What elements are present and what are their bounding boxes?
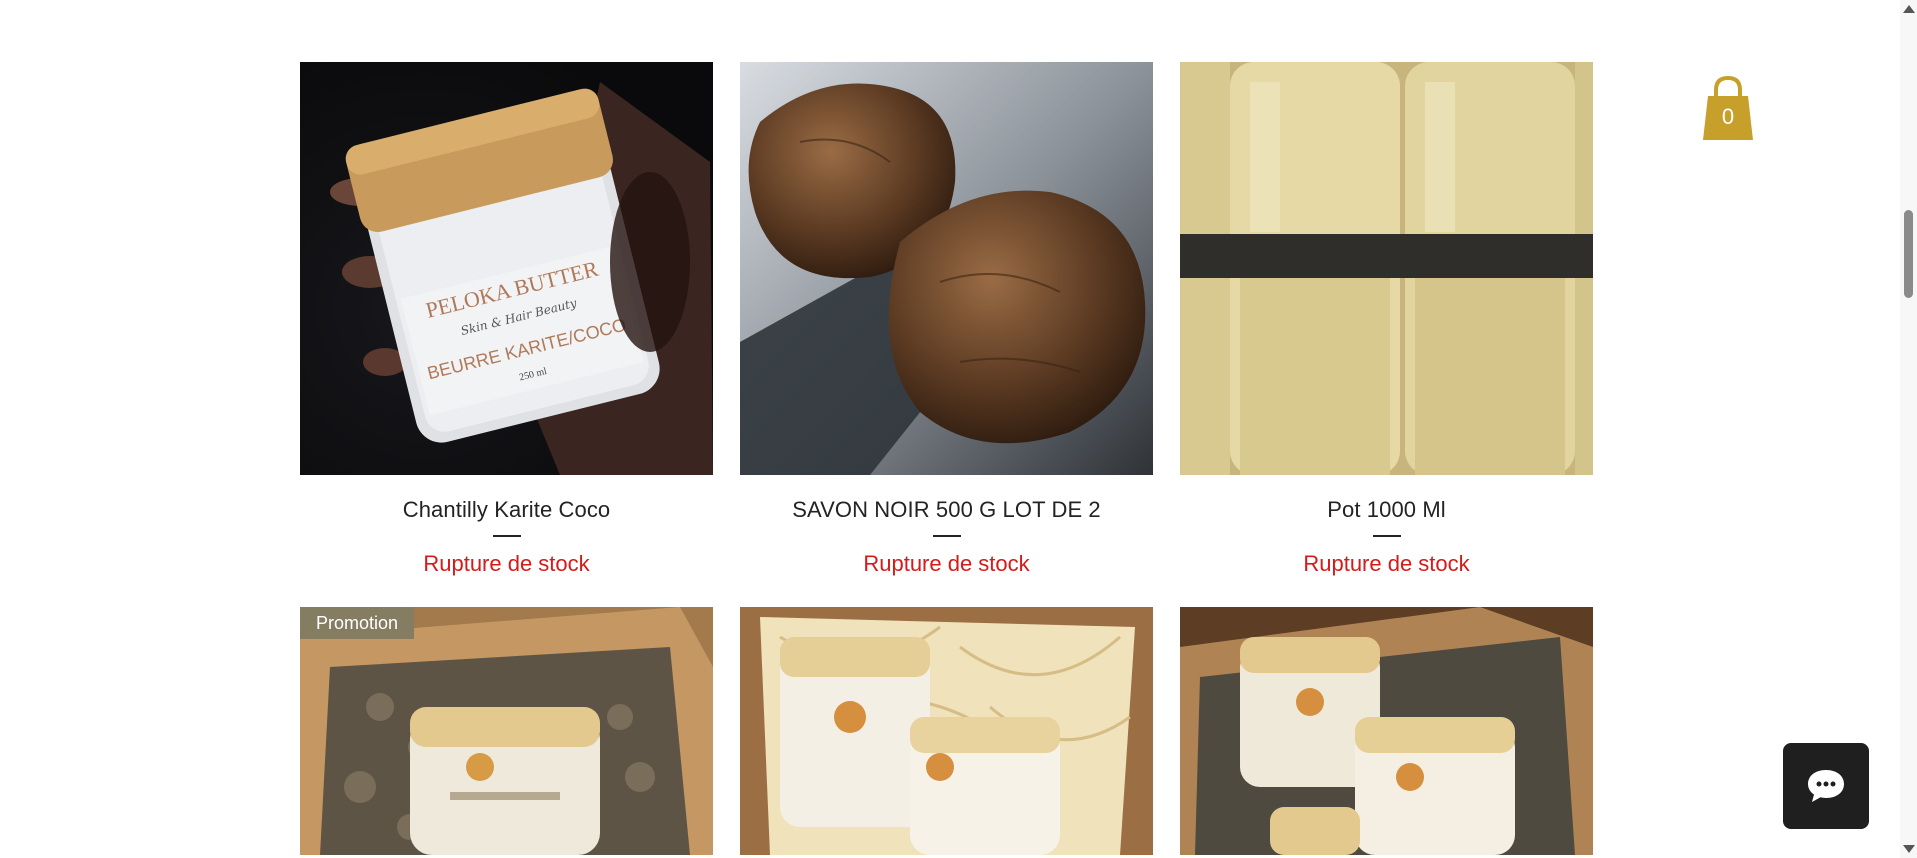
chat-bubble-icon	[1808, 770, 1844, 802]
shea-jars-photo	[1180, 62, 1593, 475]
product-image[interactable]	[740, 607, 1153, 855]
stock-status: Rupture de stock	[423, 551, 590, 576]
product-card-savon-noir[interactable]: SAVON NOIR 500 G LOT DE 2 Rupture de sto…	[740, 62, 1153, 577]
chat-button[interactable]	[1783, 743, 1869, 829]
product-image[interactable]	[740, 62, 1153, 475]
name-divider	[1372, 535, 1401, 537]
stock-status: Rupture de stock	[1303, 551, 1470, 576]
gift-box-photo	[740, 607, 1153, 855]
product-card-pot-1000[interactable]: Pot 1000 Ml Rupture de stock	[1180, 62, 1593, 577]
product-card-chantilly[interactable]: PELOKA BUTTER Skin & Hair Beauty BEURRE …	[300, 62, 713, 577]
black-soap-photo	[740, 62, 1153, 475]
cart-button[interactable]: 0	[1700, 74, 1756, 142]
promotion-badge: Promotion	[300, 607, 415, 639]
product-card-gift-2[interactable]	[740, 607, 1153, 855]
gift-box-photo	[1180, 607, 1593, 855]
product-name[interactable]: Pot 1000 Ml	[1180, 497, 1593, 523]
vertical-scrollbar[interactable]	[1900, 0, 1917, 858]
name-divider	[492, 535, 521, 537]
product-card-gift-1[interactable]: Promotion	[300, 607, 713, 855]
scroll-up-arrow-icon[interactable]	[1903, 5, 1915, 13]
product-image[interactable]	[1180, 607, 1593, 855]
product-name[interactable]: SAVON NOIR 500 G LOT DE 2	[740, 497, 1153, 523]
product-image[interactable]	[1180, 62, 1593, 475]
scroll-thumb[interactable]	[1904, 210, 1913, 298]
scroll-down-arrow-icon[interactable]	[1903, 845, 1915, 853]
product-name[interactable]: Chantilly Karite Coco	[300, 497, 713, 523]
gift-box-photo	[300, 607, 713, 855]
product-image[interactable]: PELOKA BUTTER Skin & Hair Beauty BEURRE …	[300, 62, 713, 475]
store-page: PELOKA BUTTER Skin & Hair Beauty BEURRE …	[0, 0, 1917, 858]
jar-photo: PELOKA BUTTER Skin & Hair Beauty BEURRE …	[300, 62, 713, 475]
stock-status: Rupture de stock	[863, 551, 1030, 576]
name-divider	[932, 535, 961, 537]
product-card-gift-3[interactable]	[1180, 607, 1593, 855]
cart-count: 0	[1721, 104, 1735, 129]
product-image[interactable]: Promotion	[300, 607, 713, 855]
